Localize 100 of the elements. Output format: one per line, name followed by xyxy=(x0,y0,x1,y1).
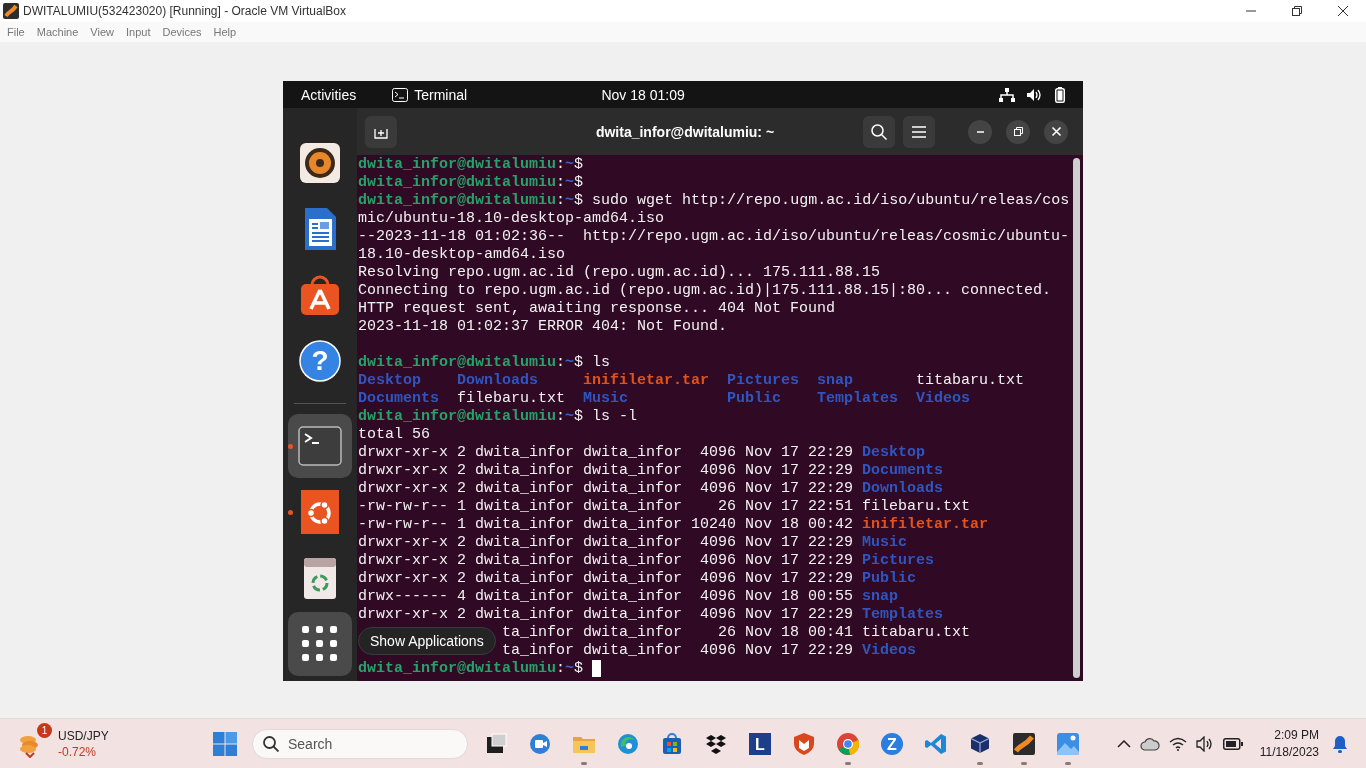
menu-button[interactable] xyxy=(903,115,935,148)
letter-app-icon[interactable]: Z xyxy=(880,731,904,756)
directory-name: Music xyxy=(862,534,908,552)
prompt-path: ~ xyxy=(565,174,575,192)
wifi-icon[interactable] xyxy=(1168,736,1187,751)
prompt-symbol: $ xyxy=(574,174,584,192)
tooltip: Show Applications xyxy=(358,627,496,655)
shopping-bag-icon[interactable] xyxy=(298,273,342,317)
browser-icon[interactable] xyxy=(616,731,640,756)
swoosh-app-icon[interactable] xyxy=(1012,731,1036,756)
close-button[interactable] xyxy=(1044,119,1068,144)
window-title: DWITALUMIU(532423020) [Running] - Oracle VM VirtualBox xyxy=(23,4,347,18)
file-details: drwxr-xr-x 2 dwita_infor dwita_infor 4096 Nov 17 22:29 xyxy=(358,480,854,498)
virtualbox-logo-icon xyxy=(3,3,19,19)
prompt-path: ~ xyxy=(565,408,575,426)
file-details: ta_infor dwita_infor 26 Nov 18 00:41 xyxy=(502,624,854,642)
search-icon xyxy=(263,735,279,752)
chevron-up-icon[interactable] xyxy=(1116,739,1131,748)
prompt-symbol: $ xyxy=(574,408,584,426)
file-details: drwxr-xr-x 2 dwita_infor dwita_infor 4096 Nov 17 22:29 xyxy=(358,444,854,462)
letter-app-icon[interactable]: L xyxy=(748,731,772,756)
file-details: drwxr-xr-x 2 dwita_infor dwita_infor 4096 Nov 17 22:29 xyxy=(358,534,854,552)
store-icon[interactable] xyxy=(660,731,684,756)
activities-button[interactable]: Activities xyxy=(301,86,357,103)
file-details: -rw-rw-r-- 1 dwita_infor dwita_infor 10240 Nov 18 00:42 xyxy=(358,516,854,534)
file-name: filebaru.txt xyxy=(457,390,567,408)
output-line: mic/ubuntu-18.10-desktop-amd64.iso xyxy=(358,210,665,228)
prompt-user-host: dwita_infor@dwitalumiu xyxy=(358,156,557,174)
archive-file-name: inifiletar.tar xyxy=(583,372,711,390)
file-details: drwxr-xr-x 2 dwita_infor dwita_infor 4096 Nov 17 22:29 xyxy=(358,552,854,570)
dock-item[interactable] xyxy=(288,612,352,676)
directory-name: snap xyxy=(817,372,855,390)
clock-date[interactable]: 11/18/2023 xyxy=(1259,743,1319,761)
restore-icon xyxy=(1292,6,1302,16)
video-chat-icon[interactable] xyxy=(528,731,552,756)
clock-time[interactable]: 2:09 PM xyxy=(1274,726,1319,744)
windows-start-icon[interactable] xyxy=(213,731,237,756)
ubuntu-logo-icon[interactable] xyxy=(298,490,342,534)
code-editor-icon[interactable] xyxy=(924,731,948,756)
cube-icon[interactable] xyxy=(968,731,992,756)
directory-name: Videos xyxy=(916,390,971,408)
app-menu-label[interactable]: Terminal xyxy=(414,86,468,103)
directory-name: Templates xyxy=(817,390,900,408)
command-text: sudo wget http://repo.ugm.ac.id/iso/ubuntu/releas/cos xyxy=(592,192,1070,210)
photos-icon[interactable] xyxy=(1056,731,1080,756)
file-details: -rw-rw-r-- 1 dwita_infor dwita_infor 26 Nov 17 22:51 xyxy=(358,498,854,516)
output-line: 2023-11-18 01:02:37 ERROR 404: Not Found. xyxy=(358,318,728,336)
speaker-icon[interactable] xyxy=(298,141,342,185)
prompt-separator: : xyxy=(556,192,566,210)
file-details: drwxr-xr-x 2 dwita_infor dwita_infor 4096 Nov 17 22:29 xyxy=(358,462,854,480)
file-details: ta_infor dwita_infor 4096 Nov 17 22:29 xyxy=(502,642,854,660)
file-details: drwxr-xr-x 2 dwita_infor dwita_infor 4096 Nov 17 22:29 xyxy=(358,606,854,624)
prompt-user-host: dwita_infor@dwitalumiu xyxy=(358,408,557,426)
battery-icon[interactable] xyxy=(1055,86,1065,103)
search-button[interactable] xyxy=(863,115,895,148)
prompt-user-host: dwita_infor@dwitalumiu xyxy=(358,174,557,192)
menu-item[interactable]: Help xyxy=(207,26,243,38)
restore-button[interactable] xyxy=(1006,119,1030,144)
shield-icon[interactable] xyxy=(792,731,816,756)
help-icon[interactable] xyxy=(298,339,342,383)
directory-name: Music xyxy=(583,390,630,408)
question-mark: ? xyxy=(311,346,329,376)
search-icon xyxy=(871,123,887,140)
minimize-button[interactable] xyxy=(968,119,992,144)
menu-item[interactable]: File xyxy=(1,26,31,38)
network-icon[interactable] xyxy=(999,87,1015,102)
chrome-icon[interactable] xyxy=(836,731,860,756)
output-line: Connecting to repo.ugm.ac.id (repo.ugm.ac.id)|175.111.88.15|:80... connected. xyxy=(358,282,1052,300)
scrollbar[interactable] xyxy=(1073,158,1080,678)
output-line: HTTP request sent, awaiting response... 404 Not Found xyxy=(358,300,836,318)
task-view-icon[interactable] xyxy=(484,731,508,756)
bell-icon[interactable] xyxy=(1332,734,1348,753)
output-line: 18.10-desktop-amd64.iso xyxy=(358,246,566,264)
terminal-icon xyxy=(392,87,409,102)
prompt-separator: : xyxy=(556,660,566,678)
clock[interactable]: Nov 18 01:09 xyxy=(601,86,685,103)
directory-name: Templates xyxy=(862,606,944,624)
menu-item[interactable]: Input xyxy=(119,26,157,38)
close-icon xyxy=(1050,126,1062,137)
prompt-user-host: dwita_infor@dwitalumiu xyxy=(358,192,557,210)
prompt-user-host: dwita_infor@dwitalumiu xyxy=(358,354,557,372)
menu-item[interactable]: Devices xyxy=(156,26,208,38)
cloud-icon[interactable] xyxy=(1139,736,1160,751)
widget-value: -0.72% xyxy=(58,743,98,760)
battery-icon[interactable] xyxy=(1222,737,1243,750)
output-line: Resolving repo.ugm.ac.id (repo.ugm.ac.id)... 175.111.88.15 xyxy=(358,264,881,282)
file-name: titabaru.txt xyxy=(916,372,1025,390)
new-tab-button[interactable] xyxy=(365,115,397,148)
prompt-user-host: dwita_infor@dwitalumiu xyxy=(358,660,557,678)
terminal-icon xyxy=(298,424,342,468)
widget-label[interactable]: USD/JPY xyxy=(58,727,109,744)
volume-icon[interactable] xyxy=(1195,735,1214,752)
prompt-symbol: $ xyxy=(574,192,584,210)
directory-name: Documents xyxy=(358,390,440,408)
menu-item[interactable]: View xyxy=(84,26,120,38)
volume-icon[interactable] xyxy=(1027,87,1043,102)
search-field[interactable]: Search xyxy=(252,728,468,759)
directory-name: Downloads xyxy=(862,480,944,498)
directory-name: Pictures xyxy=(862,552,935,570)
menu-item[interactable]: Machine xyxy=(30,26,85,38)
